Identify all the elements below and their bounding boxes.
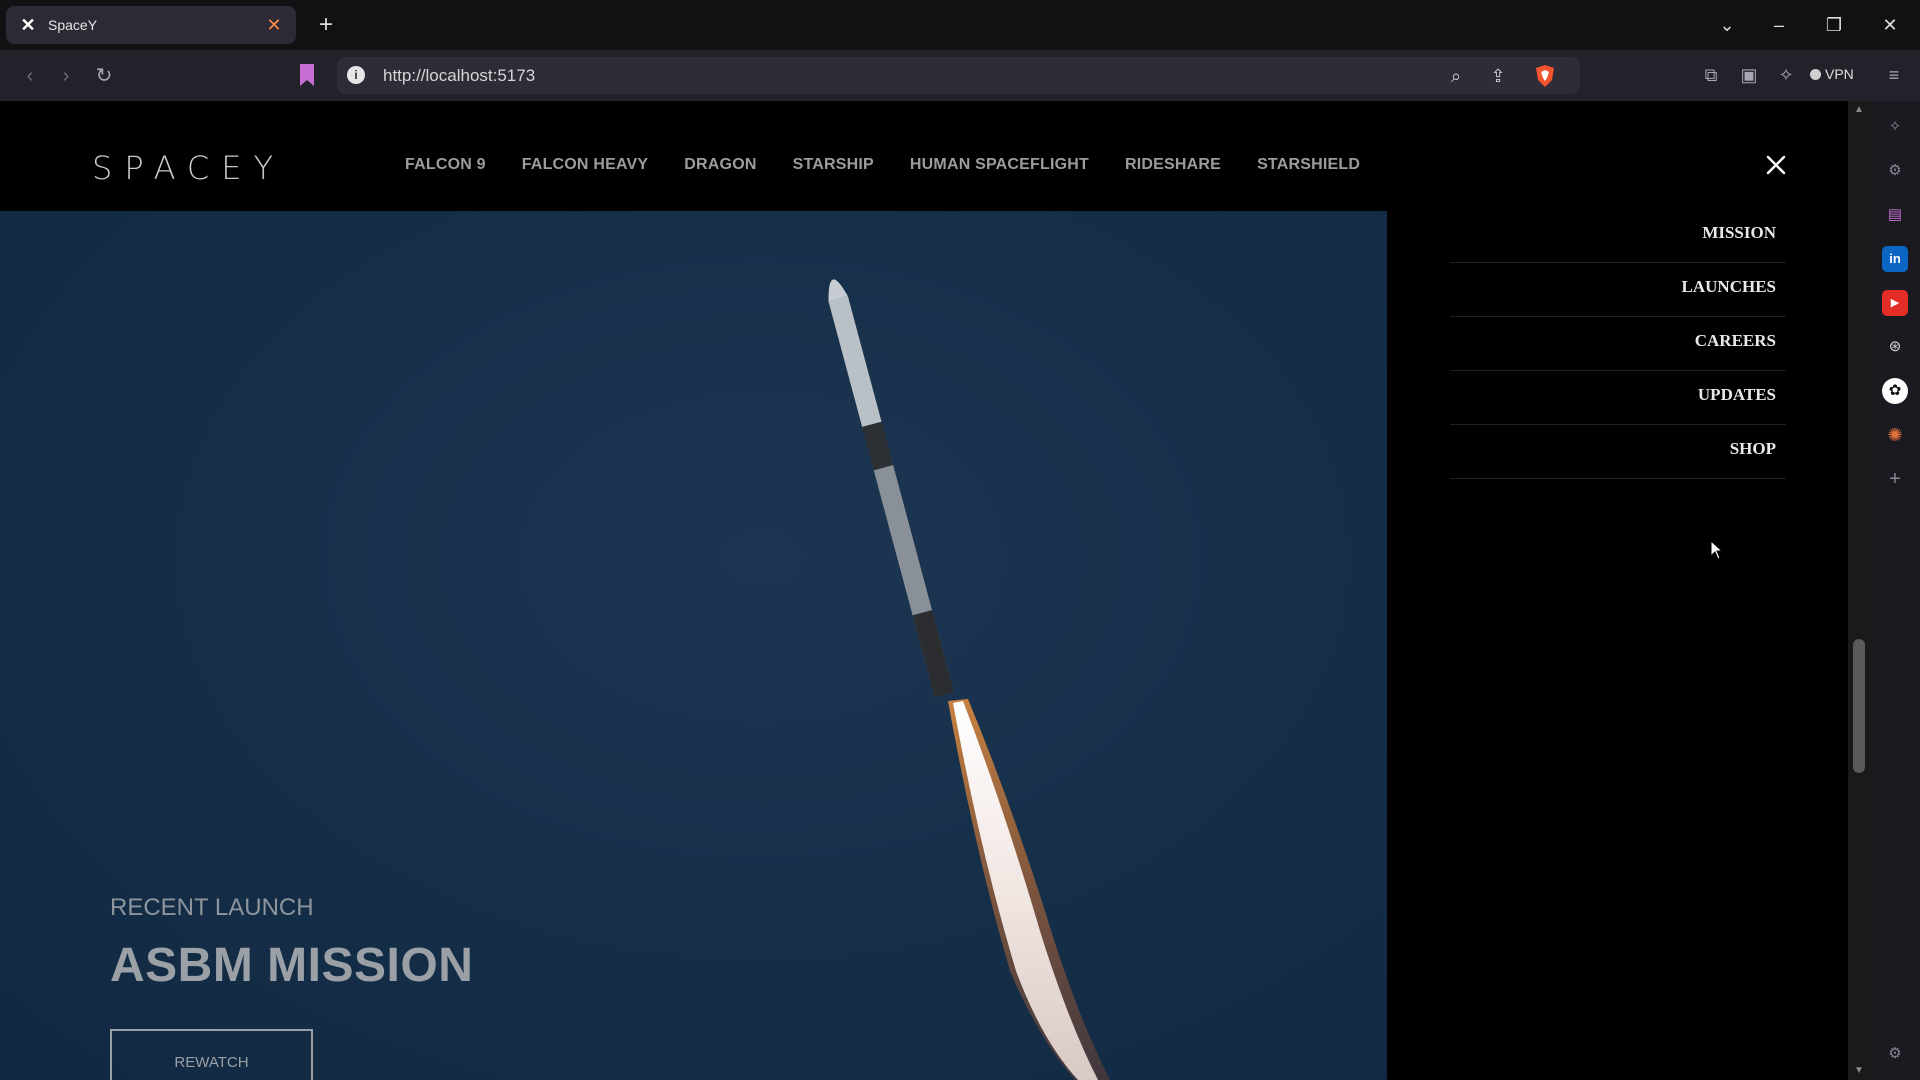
nav-starshield[interactable]: STARSHIELD — [1257, 156, 1360, 174]
site-header: SPACEY FALCON 9 FALCON HEAVY DRAGON STAR… — [0, 101, 1848, 211]
vpn-label: VPN — [1825, 66, 1854, 82]
nav-human-spaceflight[interactable]: HUMAN SPACEFLIGHT — [910, 156, 1089, 174]
sidebar-toggle-icon[interactable]: ▣ — [1737, 63, 1761, 87]
chatgpt-icon[interactable]: ✿ — [1882, 378, 1908, 404]
x-logo-icon: ✕ — [20, 15, 36, 35]
page-viewport: SPACEY FALCON 9 FALCON HEAVY DRAGON STAR… — [0, 101, 1848, 1080]
close-menu-icon[interactable] — [1762, 151, 1790, 179]
window-close-icon[interactable]: ✕ — [1868, 10, 1912, 40]
sidebar-bookmarks-icon[interactable]: ▤ — [1882, 202, 1908, 228]
nav-rideshare[interactable]: RIDESHARE — [1125, 156, 1221, 174]
tab-search-chevron-icon[interactable]: ⌄ — [1705, 10, 1749, 40]
vpn-status-icon — [1810, 68, 1821, 80]
sidebar-customize-icon[interactable]: ⚙ — [1882, 1041, 1908, 1067]
vpn-button[interactable]: VPN — [1810, 62, 1854, 86]
mouse-cursor-icon — [1710, 540, 1724, 560]
back-icon[interactable]: ‹ — [17, 63, 43, 89]
side-menu-item-launches[interactable]: LAUNCHES — [1450, 263, 1786, 317]
address-bar[interactable]: i http://localhost:5173 ⌕ ⇪ — [337, 57, 1580, 94]
sidebar-leo-icon[interactable]: ✧ — [1882, 114, 1908, 140]
reload-icon[interactable]: ↻ — [91, 63, 117, 89]
page-scrollbar[interactable]: ▲ ▼ — [1848, 101, 1870, 1080]
linkedin-icon[interactable]: in — [1882, 246, 1908, 272]
extensions-icon[interactable]: ⧉ — [1699, 63, 1723, 87]
browser-tab-bar: ✕ SpaceY ✕ + ⌄ – ❐ ✕ — [0, 0, 1920, 50]
brave-shield-icon[interactable] — [1534, 64, 1556, 88]
minimize-icon[interactable]: – — [1757, 10, 1801, 40]
share-icon[interactable]: ⇪ — [1487, 65, 1509, 87]
hero-title: ASBM MISSION — [110, 939, 474, 992]
site-info-icon[interactable]: i — [347, 66, 365, 84]
menu-icon[interactable]: ≡ — [1882, 63, 1906, 87]
sidebar-app-icon[interactable]: ⊛ — [1882, 334, 1908, 360]
hero-kicker: RECENT LAUNCH — [110, 894, 314, 921]
rewatch-button[interactable]: REWATCH — [110, 1029, 313, 1080]
browser-sidebar: ✧ ⚙ ▤ in ▶ ⊛ ✿ ✺ + ⚙ — [1870, 101, 1920, 1080]
tab-title: SpaceY — [48, 17, 98, 33]
browser-tab-active[interactable]: ✕ SpaceY ✕ — [6, 6, 296, 44]
nav-falcon-9[interactable]: FALCON 9 — [405, 156, 486, 174]
site-logo[interactable]: SPACEY — [92, 149, 285, 187]
leo-ai-icon[interactable]: ✧ — [1774, 63, 1798, 87]
sidebar-settings-icon[interactable]: ⚙ — [1882, 158, 1908, 184]
side-menu-item-shop[interactable]: SHOP — [1450, 425, 1786, 479]
sidebar-add-icon[interactable]: + — [1882, 466, 1908, 492]
url-text[interactable]: http://localhost:5173 — [383, 66, 535, 86]
side-menu-item-mission[interactable]: MISSION — [1450, 209, 1786, 263]
scroll-thumb[interactable] — [1853, 639, 1865, 773]
bookmark-icon[interactable] — [298, 62, 316, 88]
youtube-icon[interactable]: ▶ — [1882, 290, 1908, 316]
claude-icon[interactable]: ✺ — [1882, 422, 1908, 448]
new-tab-icon[interactable]: + — [313, 12, 339, 38]
side-menu: MISSION LAUNCHES CAREERS UPDATES SHOP — [1450, 209, 1786, 479]
restore-icon[interactable]: ❐ — [1812, 10, 1856, 40]
side-menu-item-updates[interactable]: UPDATES — [1450, 371, 1786, 425]
nav-dragon[interactable]: DRAGON — [684, 156, 756, 174]
scroll-up-icon[interactable]: ▲ — [1848, 101, 1870, 119]
main-nav: FALCON 9 FALCON HEAVY DRAGON STARSHIP HU… — [405, 156, 1396, 174]
tab-close-icon[interactable]: ✕ — [264, 15, 284, 36]
nav-falcon-heavy[interactable]: FALCON HEAVY — [522, 156, 649, 174]
nav-starship[interactable]: STARSHIP — [793, 156, 874, 174]
hero-section: RECENT LAUNCH ASBM MISSION REWATCH — [0, 211, 1387, 1080]
scroll-down-icon[interactable]: ▼ — [1848, 1062, 1870, 1080]
side-menu-item-careers[interactable]: CAREERS — [1450, 317, 1786, 371]
zoom-icon[interactable]: ⌕ — [1445, 65, 1467, 87]
forward-icon[interactable]: › — [53, 63, 79, 89]
